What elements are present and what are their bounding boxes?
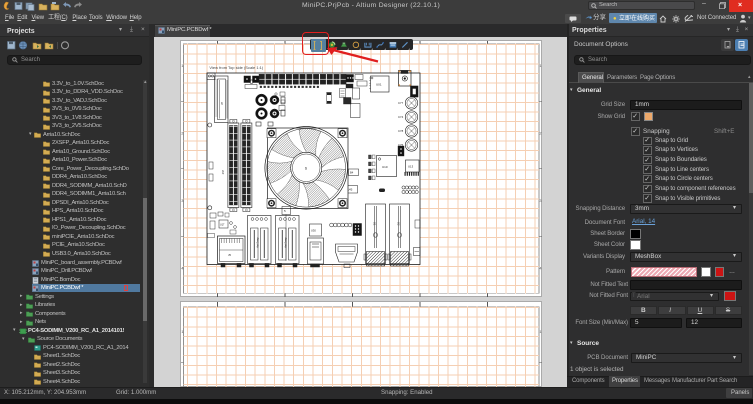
svg-text:U17: U17 [220,224,225,227]
svg-text:B4: B4 [350,171,354,175]
svg-text:1: 1 [539,63,542,68]
svg-text:S2: S2 [397,222,401,226]
svg-text:J10: J10 [221,170,225,175]
svg-text:1: 1 [539,329,542,334]
svg-text:3: 3 [539,198,542,203]
svg-text:Hot-Swap: Hot-Swap [285,237,288,248]
svg-text:U01: U01 [376,83,382,87]
svg-text:U13: U13 [408,165,414,169]
svg-text:U30: U30 [311,229,316,233]
svg-text:U10: U10 [382,165,388,169]
svg-text:S1: S1 [373,222,377,226]
svg-text:C77: C77 [398,101,404,105]
svg-text:C74: C74 [398,115,404,119]
svg-text:C78: C78 [398,129,404,133]
svg-text:J5: J5 [228,253,231,257]
svg-text:2: 2 [539,130,542,135]
svg-text:Hot-Swap: Hot-Swap [257,237,260,248]
